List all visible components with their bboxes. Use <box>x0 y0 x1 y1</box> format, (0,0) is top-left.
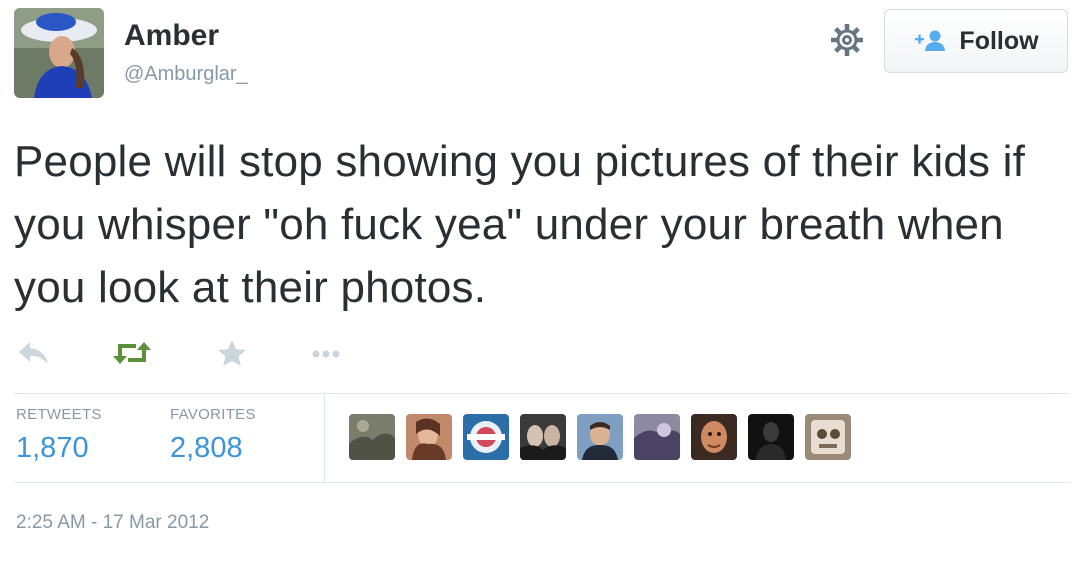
author-avatar[interactable] <box>14 8 104 98</box>
favoriter-avatar[interactable] <box>634 414 680 460</box>
retweet-icon[interactable] <box>112 338 152 373</box>
divider-top <box>14 393 1070 394</box>
author-handle[interactable]: @Amburglar_ <box>124 63 248 86</box>
favoriter-avatar[interactable] <box>349 414 395 460</box>
follow-label: Follow <box>959 26 1039 55</box>
favoriter-avatar[interactable] <box>406 414 452 460</box>
follow-button[interactable]: Follow <box>884 9 1068 73</box>
gear-icon[interactable] <box>829 22 865 58</box>
tweet-card: Amber @Amburglar_ Follow People will sto… <box>0 0 1080 567</box>
favoriter-avatar[interactable] <box>463 414 509 460</box>
favoriter-avatar[interactable] <box>577 414 623 460</box>
retweets-label: RETWEETS <box>16 406 102 423</box>
tweet-timestamp[interactable]: 2:25 AM - 17 Mar 2012 <box>16 512 209 534</box>
favorite-icon[interactable] <box>216 338 248 373</box>
favorites-label: FAVORITES <box>170 406 256 423</box>
favorites-count[interactable]: 2,808 <box>170 432 243 465</box>
favoriter-avatar[interactable] <box>748 414 794 460</box>
favoriter-avatar[interactable] <box>691 414 737 460</box>
stats-divider <box>324 394 325 482</box>
favoriters-avatars <box>349 414 851 460</box>
follow-user-icon <box>915 30 946 51</box>
divider-bottom <box>14 482 1070 483</box>
author-name[interactable]: Amber <box>124 19 219 53</box>
more-icon[interactable] <box>310 338 342 373</box>
retweets-count[interactable]: 1,870 <box>16 432 89 465</box>
reply-icon[interactable] <box>16 338 50 373</box>
favoriter-avatar[interactable] <box>520 414 566 460</box>
favoriter-avatar[interactable] <box>805 414 851 460</box>
tweet-text: People will stop showing you pictures of… <box>14 137 1026 312</box>
